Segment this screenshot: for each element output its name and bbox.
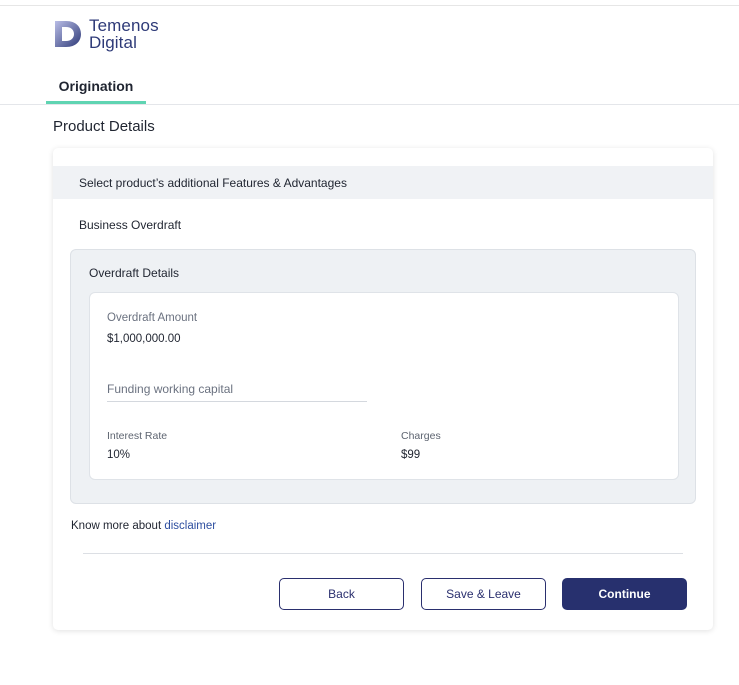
features-section-header: Select product’s additional Features & A… [53,166,713,199]
charges-label: Charges [401,430,441,442]
tab-origination[interactable]: Origination [46,72,146,104]
continue-button[interactable]: Continue [562,578,687,610]
overdraft-amount-label: Overdraft Amount [107,312,198,324]
brand-name-line1: Temenos [89,16,159,35]
overdraft-amount-value: $1,000,000.00 [107,333,181,345]
temenos-logo-icon [55,21,81,47]
brand-name-line2: Digital [89,33,137,52]
overdraft-details-panel: Overdraft Details Overdraft Amount $1,00… [70,249,696,504]
top-divider [0,5,739,6]
overdraft-details-box: Overdraft Amount $1,000,000.00 Interest … [89,292,679,480]
features-section-title: Select product’s additional Features & A… [79,176,347,190]
disclaimer-note: Know more about disclaimer [71,520,216,532]
save-and-leave-button[interactable]: Save & Leave [421,578,546,610]
product-details-card: Select product’s additional Features & A… [53,148,713,630]
interest-rate-value: 10% [107,449,131,461]
tab-bar: Origination [0,72,739,105]
disclaimer-prefix: Know more about [71,520,162,532]
disclaimer-link[interactable]: disclaimer [164,520,216,532]
interest-rate-label: Interest Rate [107,430,168,442]
funding-purpose-input[interactable] [107,377,367,402]
charges-value: $99 [401,449,421,461]
brand-name: Temenos Digital [89,17,159,51]
back-button[interactable]: Back [279,578,404,610]
brand-logo[interactable]: Temenos Digital [53,17,159,51]
product-name: Business Overdraft [79,218,182,232]
overdraft-details-title: Overdraft Details [89,266,180,280]
page-title: Product Details [53,118,155,135]
actions-divider [83,553,683,554]
